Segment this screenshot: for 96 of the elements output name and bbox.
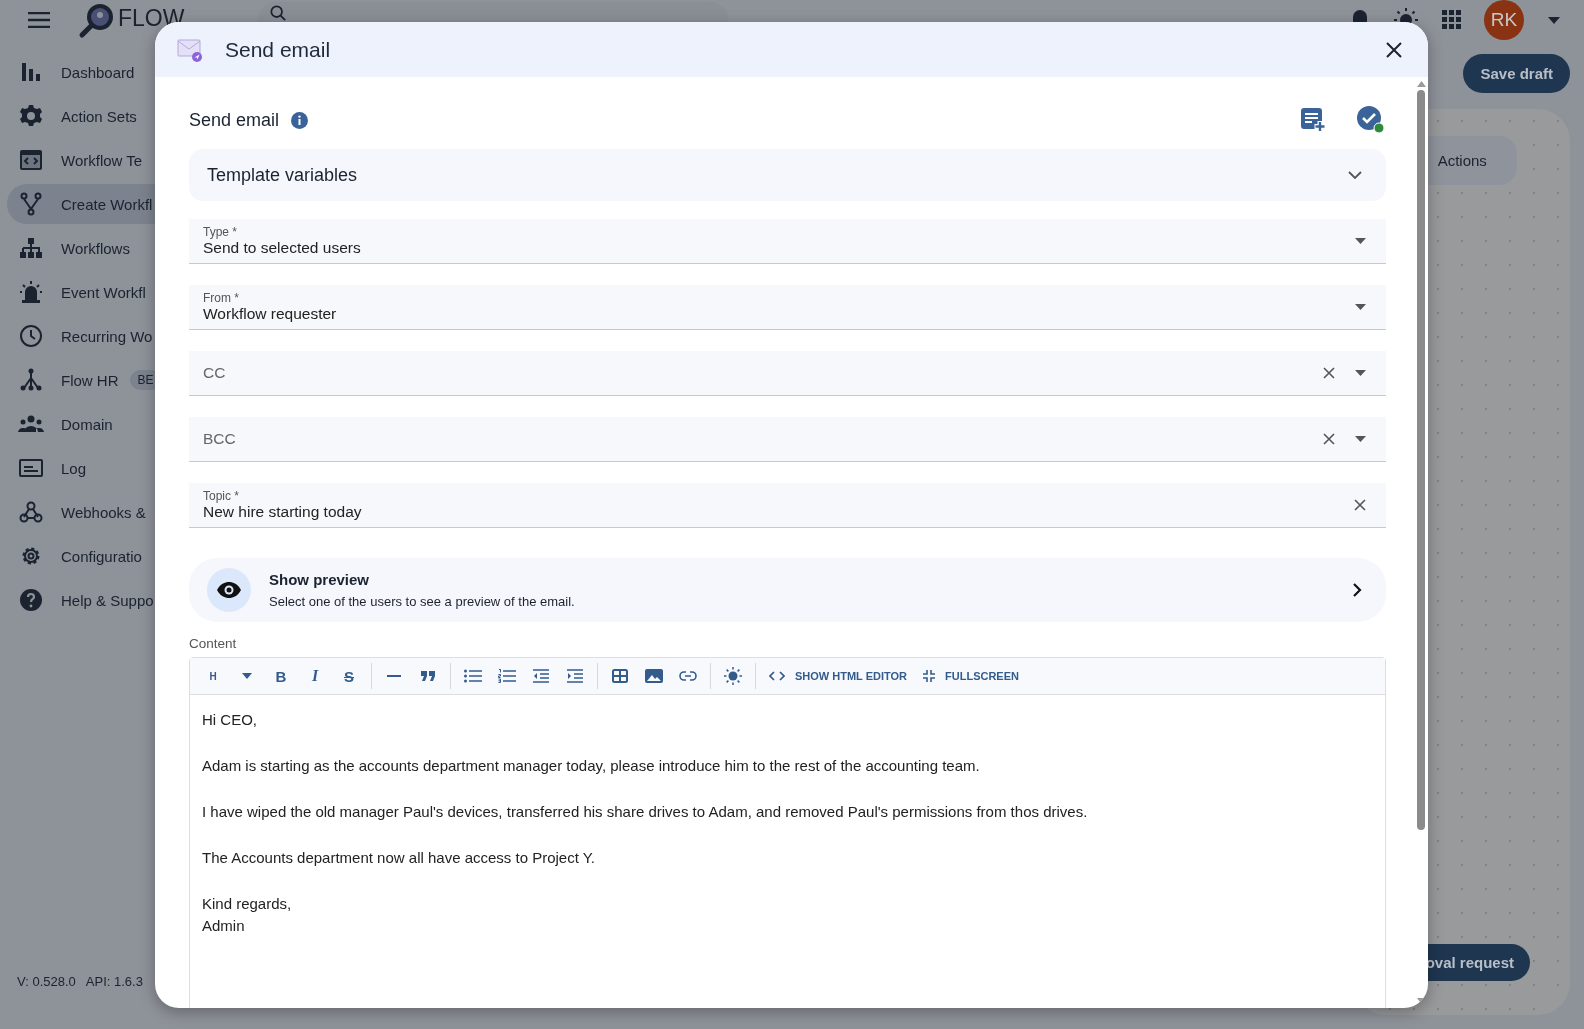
select-field[interactable]: From * Workflow requester bbox=[189, 285, 1386, 330]
sidebar-label: Log bbox=[61, 459, 87, 477]
sun-icon[interactable] bbox=[724, 667, 742, 685]
dropdown-arrow-icon[interactable] bbox=[1355, 304, 1366, 310]
content-label: Content bbox=[189, 636, 237, 651]
select-field[interactable]: Type * Send to selected users bbox=[189, 219, 1386, 264]
indent-icon[interactable] bbox=[567, 669, 583, 683]
body-text: Adam is starting as the accounts department manager today, please introduce him to the rest of the accounting team. bbox=[202, 756, 980, 776]
preview-description: Select one of the users to see a preview of the email. bbox=[269, 594, 576, 609]
body-text: Hi CEO, bbox=[202, 710, 257, 730]
fullscreen-button[interactable]: FULLSCREEN bbox=[917, 662, 1025, 690]
code-icon bbox=[769, 671, 785, 681]
field-value: New hire starting today bbox=[203, 503, 363, 521]
user-avatar[interactable]: RK bbox=[1484, 0, 1524, 40]
select-field[interactable]: CC bbox=[189, 351, 1386, 396]
sidebar-label: Create Workfl bbox=[61, 195, 153, 213]
version-text: V: 0.528.0 bbox=[17, 974, 76, 989]
add-note-icon[interactable] bbox=[1300, 107, 1326, 133]
people-icon bbox=[18, 414, 44, 434]
field-placeholder: BCC bbox=[203, 430, 237, 448]
search-icon bbox=[270, 5, 287, 21]
field-value: Send to selected users bbox=[203, 239, 362, 257]
clear-icon[interactable] bbox=[1323, 433, 1335, 445]
field-label: Type * bbox=[203, 225, 239, 239]
sidebar-label: Workflows bbox=[61, 239, 130, 257]
sidebar-label: Workflow Te bbox=[61, 151, 143, 169]
save-draft-button[interactable]: Save draft bbox=[1463, 54, 1570, 93]
scrollbar-thumb[interactable] bbox=[1417, 90, 1425, 830]
preview-title: Show preview bbox=[269, 571, 371, 588]
clock-icon bbox=[19, 324, 43, 348]
siren-icon bbox=[19, 280, 43, 304]
bar-chart-icon bbox=[20, 61, 42, 83]
menu-icon[interactable] bbox=[28, 12, 50, 28]
info-icon[interactable] bbox=[291, 111, 309, 129]
logo-text: FLOW bbox=[118, 6, 185, 30]
field-label: From * bbox=[203, 291, 240, 305]
quote-icon[interactable] bbox=[421, 671, 435, 681]
browser-code-icon bbox=[19, 149, 43, 171]
sidebar-label: Webhooks & bbox=[61, 503, 146, 521]
dialog-title: Send email bbox=[225, 37, 331, 62]
field-label: Topic * bbox=[203, 489, 241, 503]
close-icon[interactable] bbox=[1386, 41, 1402, 58]
hierarchy-icon bbox=[19, 237, 43, 259]
numbered-list-icon[interactable] bbox=[498, 669, 516, 683]
gear-icon bbox=[19, 104, 43, 128]
tree-nodes-icon bbox=[19, 368, 43, 392]
field-value: Workflow requester bbox=[203, 305, 338, 323]
select-field[interactable]: BCC bbox=[189, 417, 1386, 462]
dropdown-arrow-icon[interactable] bbox=[1355, 238, 1366, 244]
sidebar-label: Configuratio bbox=[61, 547, 142, 565]
envelope-icon bbox=[177, 37, 203, 62]
sidebar-label: Dashboard bbox=[61, 63, 135, 81]
image-icon[interactable] bbox=[645, 669, 663, 683]
body-text: I have wiped the old manager Paul's devices, transferred his share drives to Adam, and removed Paul's permissions from thos drives. bbox=[202, 802, 1088, 822]
sidebar-label: Domain bbox=[61, 415, 113, 433]
table-icon[interactable] bbox=[612, 669, 628, 683]
eye-icon bbox=[217, 582, 241, 598]
preview-card[interactable]: Show preview Select one of the users to see a preview of the email. bbox=[189, 558, 1386, 622]
strikethrough-button[interactable]: S bbox=[334, 662, 364, 690]
heading-button[interactable]: H bbox=[198, 662, 228, 690]
dropdown-arrow-icon[interactable] bbox=[1355, 436, 1366, 442]
bold-button[interactable]: B bbox=[266, 662, 296, 690]
italic-button[interactable]: I bbox=[300, 662, 330, 690]
field-placeholder: CC bbox=[203, 364, 227, 382]
caret-icon[interactable] bbox=[242, 673, 252, 679]
outdent-icon[interactable] bbox=[533, 669, 549, 683]
sidebar-label: Action Sets bbox=[61, 107, 137, 125]
help-icon bbox=[19, 588, 43, 612]
body-text: Admin bbox=[202, 916, 245, 936]
card-icon bbox=[19, 459, 43, 477]
scroll-up-icon[interactable] bbox=[1416, 81, 1426, 87]
chevron-icon bbox=[1348, 171, 1362, 179]
sidebar-label: Flow HR bbox=[61, 371, 119, 389]
body-text: The Accounts department now all have access to Project Y. bbox=[202, 848, 595, 868]
html-editor-button[interactable]: SHOW HTML EDITOR bbox=[763, 662, 914, 690]
sidebar-label: Event Workfl bbox=[61, 283, 146, 301]
dropdown-arrow-icon[interactable] bbox=[1355, 370, 1366, 376]
chevron-right-icon bbox=[1353, 583, 1362, 597]
webhook-icon bbox=[19, 500, 43, 524]
rich-text-editor[interactable] bbox=[189, 657, 1386, 1008]
sidebar-label: Recurring Wo bbox=[61, 327, 153, 345]
fork-icon bbox=[20, 192, 42, 216]
check-circle-icon[interactable] bbox=[1356, 105, 1386, 135]
link-icon[interactable] bbox=[679, 671, 697, 681]
template-variables-accordion[interactable]: Template variables bbox=[189, 149, 1386, 201]
clear-icon[interactable] bbox=[1323, 367, 1335, 379]
sidebar-label: Help & Suppo bbox=[61, 591, 154, 609]
api-version-text: API: 1.6.3 bbox=[85, 974, 143, 989]
section-title: Send email bbox=[189, 109, 280, 131]
exit-fullscreen-icon bbox=[923, 670, 936, 682]
bulleted-list-icon[interactable] bbox=[464, 669, 482, 683]
apps-grid-icon[interactable] bbox=[1442, 10, 1462, 30]
select-field[interactable]: Topic * New hire starting today bbox=[189, 483, 1386, 528]
caret-icon[interactable] bbox=[1548, 16, 1560, 24]
body-text: Kind regards, bbox=[202, 894, 292, 914]
clear-icon[interactable] bbox=[1354, 499, 1366, 511]
